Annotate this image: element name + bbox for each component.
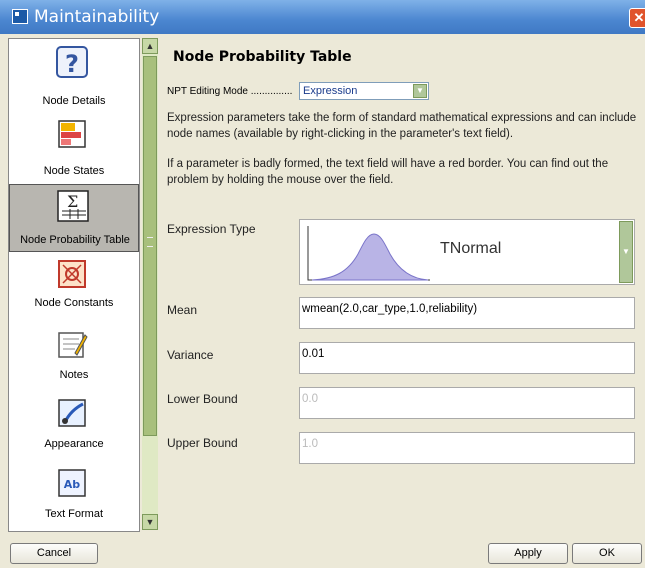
scroll-up-button[interactable]: ▲ [142,38,158,54]
window-title: Maintainability [34,7,160,27]
description-text: If a parameter is badly formed, the text… [167,158,609,186]
npt-panel: Node Probability Table NPT Editing Mode … [160,38,645,533]
sidebar-item-label: Node Probability Table [20,234,130,246]
title-bar[interactable]: Maintainability ✕ [0,0,645,34]
close-button[interactable]: ✕ [629,8,645,28]
lower-bound-field: 0.0 [299,387,635,419]
app-icon [12,9,28,24]
mean-field[interactable]: wmean(2.0,car_type,1.0,reliability) [299,297,635,329]
question-mark-icon: ? [56,46,88,78]
sidebar-item-node-states[interactable]: Node States [9,111,139,181]
svg-text:Σ: Σ [67,192,78,211]
expression-type-label: Expression Type [167,222,256,236]
page-title: Node Probability Table [173,49,352,65]
sidebar: ? Node Details Node States Σ Node Probab… [8,38,140,532]
npt-mode-select[interactable]: Expression ▼ [299,82,429,100]
sidebar-item-label: Text Format [44,508,104,520]
sidebar-scrollbar[interactable]: ▲ ▼ [142,38,158,530]
sidebar-item-label: Node States [43,165,105,177]
scroll-thumb[interactable] [143,56,157,436]
apply-button[interactable]: Apply [488,543,568,564]
text-format-icon: Ab [58,469,86,497]
expression-type-select[interactable]: TNormal ▼ [299,219,635,285]
chevron-down-icon[interactable]: ▼ [619,221,633,283]
brush-icon [58,399,86,427]
lower-bound-label: Lower Bound [167,392,238,406]
scroll-down-button[interactable]: ▼ [142,514,158,530]
sigma-table-icon: Σ [57,190,89,222]
description-text: Expression parameters take the form of s… [167,112,637,140]
variance-field[interactable]: 0.01 [299,342,635,374]
sidebar-item-node-details[interactable]: ? Node Details [9,41,139,111]
sidebar-item-notes[interactable]: Notes [9,325,139,395]
ok-button[interactable]: OK [572,543,642,564]
dialog-window: Maintainability ✕ ? Node Details Node St… [0,0,645,568]
npt-mode-label: NPT Editing Mode ............... [167,86,293,97]
constants-icon [58,260,86,288]
notepad-icon [58,332,88,358]
mean-label: Mean [167,303,198,317]
svg-text:Ab: Ab [64,478,81,491]
states-icon [58,120,86,148]
sidebar-item-appearance[interactable]: Appearance [9,394,139,464]
cancel-button[interactable]: Cancel [10,543,98,564]
upper-bound-label: Upper Bound [167,436,238,450]
sidebar-item-label: Appearance [44,438,104,450]
expression-type-value: TNormal [440,240,502,257]
normal-distribution-icon [307,226,430,281]
sidebar-item-label: Notes [59,369,89,381]
svg-text:?: ? [65,50,79,78]
sidebar-item-label: Node Constants [34,297,114,309]
chevron-down-icon[interactable]: ▼ [413,84,427,98]
sidebar-item-text-format[interactable]: Ab Text Format [9,464,139,531]
sidebar-item-node-constants[interactable]: Node Constants [9,255,139,325]
sidebar-item-node-probability-table[interactable]: Σ Node Probability Table [9,184,139,252]
variance-label: Variance [167,348,214,362]
upper-bound-field: 1.0 [299,432,635,464]
npt-mode-value: Expression [303,85,358,97]
sidebar-item-label: Node Details [42,95,106,107]
